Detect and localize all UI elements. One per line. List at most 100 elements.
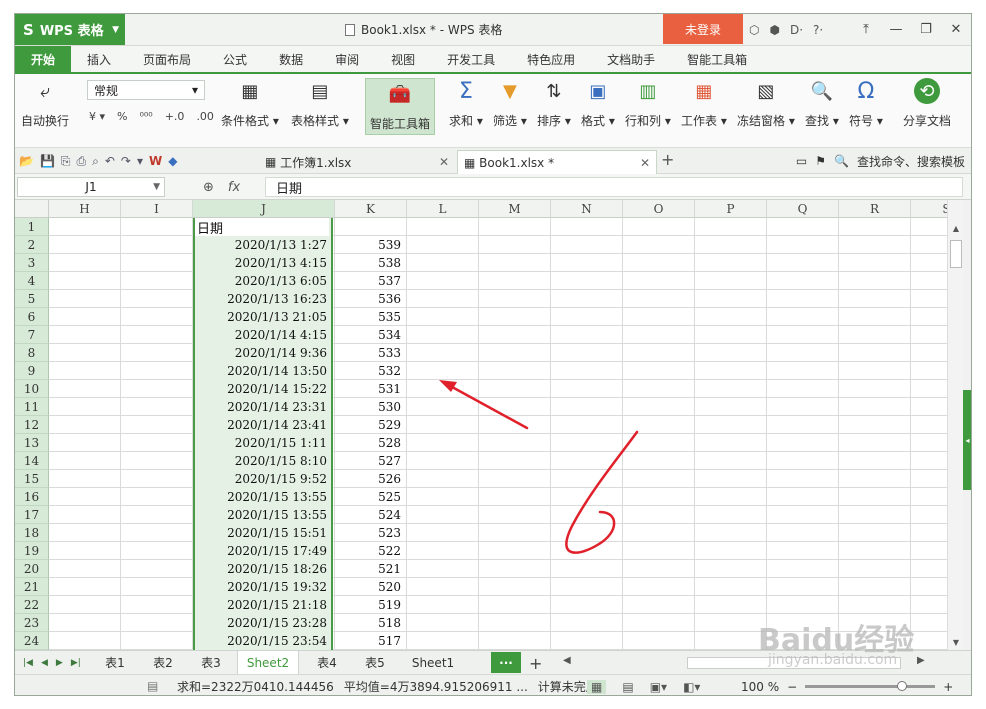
symbol-button[interactable]: Ω 符号 ▾ [849,78,883,129]
row-header[interactable]: 19 [15,542,49,560]
cell-j4[interactable]: 2020/1/13 6:05 [195,272,329,290]
undo-icon[interactable]: ↶ [105,154,115,168]
close-tab-icon[interactable]: ✕ [439,155,449,169]
column-header-i[interactable]: I [121,200,193,218]
worksheet-button[interactable]: ▦ 工作表 ▾ [681,78,727,129]
vertical-scrollbar[interactable]: ▲ ▼ [947,200,963,650]
find-button[interactable]: 🔍 查找 ▾ [805,78,839,129]
minimize-button[interactable]: — [881,22,911,37]
spreadsheet-grid[interactable]: HIJKLMNOPQRS 123456789101112131415161718… [15,200,947,650]
cell-j21[interactable]: 2020/1/15 19:32 [195,578,329,596]
row-header[interactable]: 18 [15,524,49,542]
cell-k21[interactable]: 520 [333,578,403,596]
cell-k17[interactable]: 524 [333,506,403,524]
row-header[interactable]: 21 [15,578,49,596]
login-button[interactable]: 未登录 [663,14,743,44]
tab-view[interactable]: 视图 [375,46,431,72]
cell-j13[interactable]: 2020/1/15 1:11 [195,434,329,452]
next-sheet-icon[interactable]: ▶ [56,658,63,668]
share-doc-button[interactable]: ⟲ 分享文档 [903,78,951,129]
cell-k23[interactable]: 518 [333,614,403,632]
close-button[interactable]: ✕ [941,22,971,37]
cell-k13[interactable]: 528 [333,434,403,452]
row-header[interactable]: 11 [15,398,49,416]
column-header-m[interactable]: M [479,200,551,218]
tab-home[interactable]: 开始 [15,46,72,72]
column-header-l[interactable]: L [407,200,479,218]
tab-developer[interactable]: 开发工具 [431,46,511,72]
first-sheet-icon[interactable]: |◀ [23,658,33,668]
cell-j12[interactable]: 2020/1/14 23:41 [195,416,329,434]
row-header[interactable]: 17 [15,506,49,524]
normal-view-icon[interactable]: ▦ [587,679,607,694]
cell-j24[interactable]: 2020/1/15 23:54 [195,632,329,650]
zoom-slider[interactable] [805,681,936,691]
row-header[interactable]: 1 [15,218,49,236]
number-format-select[interactable]: 常规 ▾ [87,80,205,100]
column-header-n[interactable]: N [551,200,623,218]
cell-j14[interactable]: 2020/1/15 8:10 [195,452,329,470]
sheet-tab-sheet2[interactable]: Sheet2 [237,651,299,674]
maximize-button[interactable]: ❐ [911,22,941,37]
cell-k9[interactable]: 532 [333,362,403,380]
cell-k19[interactable]: 522 [333,542,403,560]
sheet-tab-3[interactable]: 表3 [191,651,231,674]
cell-j9[interactable]: 2020/1/14 13:50 [195,362,329,380]
cell-j20[interactable]: 2020/1/15 18:26 [195,560,329,578]
upload-icon[interactable]: ⤒ [851,22,881,37]
cell-k6[interactable]: 535 [333,308,403,326]
cell-j16[interactable]: 2020/1/15 13:55 [195,488,329,506]
side-panel-toggle[interactable]: ◂ [963,390,971,490]
row-header[interactable]: 22 [15,596,49,614]
freeze-panes-button[interactable]: ▧ 冻结窗格 ▾ [737,78,795,129]
redo-icon[interactable]: ↷ [121,154,131,168]
fx-icon[interactable]: fx [228,180,240,195]
cube-icon[interactable]: ◆ [168,154,177,168]
page-break-view-icon[interactable]: ▤ [622,680,633,694]
more-sheets-button[interactable]: ··· [491,652,521,673]
zoom-out-icon[interactable]: − [787,680,797,694]
column-header-r[interactable]: R [839,200,911,218]
cell-j18[interactable]: 2020/1/15 15:51 [195,524,329,542]
formula-input[interactable]: 日期 [265,177,963,197]
command-search[interactable]: ▭ ⚑ 🔍 查找命令、搜索模板 [796,148,965,174]
layout-view-icon[interactable]: ▣▾ [650,680,667,694]
sheet-tab-5[interactable]: 表5 [355,651,395,674]
sheet-tab-1[interactable]: 表1 [95,651,135,674]
tab-insert[interactable]: 插入 [71,46,127,72]
row-header[interactable]: 14 [15,452,49,470]
cell-j23[interactable]: 2020/1/15 23:28 [195,614,329,632]
feedback-icon[interactable]: D· [790,23,803,37]
row-header[interactable]: 24 [15,632,49,650]
column-header-h[interactable]: H [49,200,121,218]
cell-j1[interactable]: 日期 [195,218,329,237]
cell-k24[interactable]: 517 [333,632,403,650]
save-icon[interactable]: 💾 [40,154,55,168]
cell-k8[interactable]: 533 [333,344,403,362]
cell-k16[interactable]: 525 [333,488,403,506]
row-header[interactable]: 13 [15,434,49,452]
cell-k3[interactable]: 538 [333,254,403,272]
cell-k20[interactable]: 521 [333,560,403,578]
customize-chevron-icon[interactable]: ▾ [137,154,143,168]
screen-icon[interactable]: ▭ [796,154,807,168]
row-header[interactable]: 23 [15,614,49,632]
scroll-right-icon[interactable]: ▶ [917,655,925,666]
scroll-thumb[interactable] [950,240,962,268]
cell-k18[interactable]: 523 [333,524,403,542]
column-header-o[interactable]: O [623,200,695,218]
export-pdf-icon[interactable]: ⎘ [61,154,71,169]
cell-j10[interactable]: 2020/1/14 15:22 [195,380,329,398]
wrap-text-button[interactable]: ⤶ 自动换行 [21,78,69,129]
column-header-s[interactable]: S [911,200,947,218]
last-sheet-icon[interactable]: ▶| [71,658,81,668]
prev-sheet-icon[interactable]: ◀ [41,658,48,668]
scroll-down-icon[interactable]: ▼ [948,634,964,650]
print-icon[interactable]: ⎙ [77,154,87,169]
cell-k22[interactable]: 519 [333,596,403,614]
cell-j8[interactable]: 2020/1/14 9:36 [195,344,329,362]
help-icon[interactable]: ?· [813,23,823,37]
new-tab-icon[interactable]: + [661,150,674,169]
cell-k11[interactable]: 530 [333,398,403,416]
zoom-in-icon[interactable]: + [943,680,953,694]
